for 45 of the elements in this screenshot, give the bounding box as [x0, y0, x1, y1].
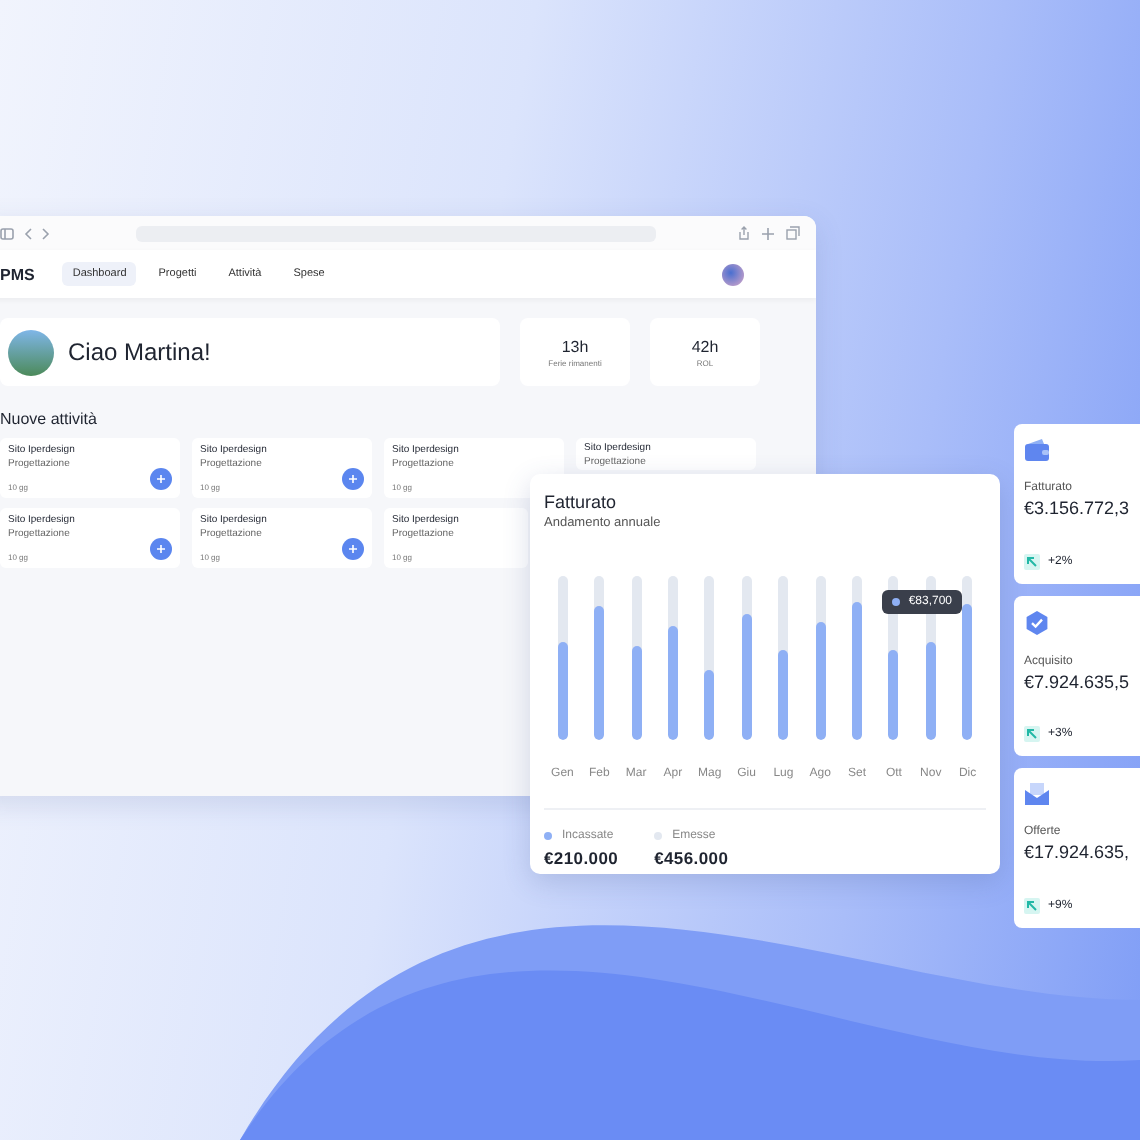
bar — [594, 605, 605, 740]
kpi-value: €7.924.635,5 — [1024, 672, 1130, 692]
user-avatar[interactable] — [722, 263, 744, 285]
bar — [888, 649, 899, 740]
new-tab-icon[interactable] — [762, 227, 774, 239]
bar — [852, 602, 863, 740]
stat-value: 13h — [561, 337, 589, 355]
bar — [778, 649, 789, 740]
sidebar-icon[interactable] — [0, 227, 14, 239]
bar — [704, 669, 715, 740]
add-button[interactable] — [150, 468, 172, 490]
legend-value: €456.000 — [654, 848, 729, 868]
stat-value: 42h — [691, 337, 719, 355]
back-icon[interactable] — [24, 227, 32, 239]
bar — [667, 625, 678, 740]
tabs-icon[interactable] — [786, 226, 800, 240]
plus-icon — [348, 474, 358, 484]
plus-icon — [348, 544, 358, 554]
trend-arrow-icon — [1024, 898, 1040, 914]
kpi-value: €3.156.772,3 — [1024, 498, 1130, 518]
legend-value: €210.000 — [544, 848, 619, 868]
avatar-photo-placeholder — [8, 329, 54, 375]
share-icon[interactable] — [738, 226, 750, 240]
bar — [962, 603, 973, 740]
trend-arrow-icon — [1024, 554, 1040, 570]
add-button[interactable] — [150, 538, 172, 560]
chart-title: Fatturato — [544, 492, 619, 512]
bar — [631, 646, 642, 740]
forward-icon[interactable] — [42, 227, 50, 239]
app-logo[interactable]: PMS — [0, 265, 35, 283]
envelope-icon — [1024, 782, 1050, 806]
add-button[interactable] — [342, 468, 364, 490]
bar — [815, 621, 826, 740]
wallet-icon — [1024, 438, 1050, 462]
add-button[interactable] — [342, 538, 364, 560]
bar — [741, 613, 752, 740]
bar — [557, 641, 568, 740]
plus-icon — [156, 474, 166, 484]
trend-arrow-icon — [1024, 726, 1040, 742]
section-title: Nuove attività — [0, 410, 99, 428]
greeting-text: Ciao Martina! — [68, 338, 211, 366]
plus-icon — [156, 544, 166, 554]
kpi-value: €17.924.635, — [1024, 842, 1130, 862]
check-badge-icon — [1024, 610, 1050, 636]
bar — [925, 641, 936, 740]
